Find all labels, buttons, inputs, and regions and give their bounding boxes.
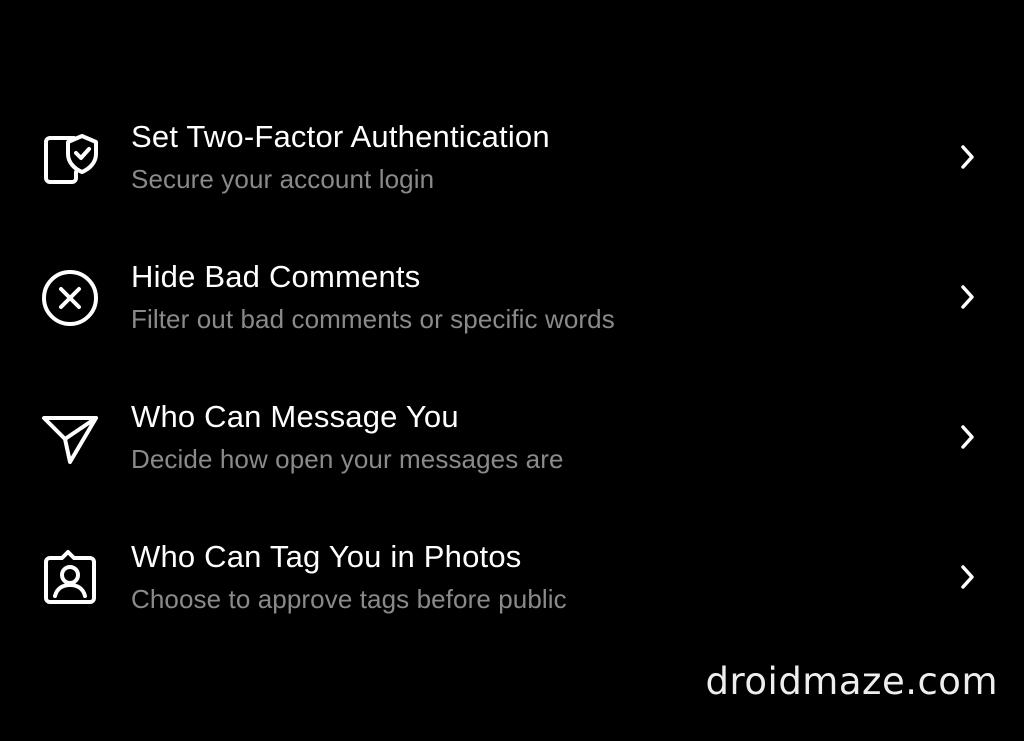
settings-item-subtitle: Secure your account login <box>131 164 435 194</box>
settings-item-who-can-tag[interactable]: Who Can Tag You in Photos Choose to appr… <box>0 506 1024 646</box>
send-paper-plane-icon <box>40 408 100 468</box>
tag-person-icon <box>40 548 100 608</box>
settings-item-subtitle: Decide how open your messages are <box>131 444 564 474</box>
settings-item-subtitle: Filter out bad comments or specific word… <box>131 304 615 334</box>
settings-list: Set Two-Factor Authentication Secure you… <box>0 86 1024 646</box>
settings-item-who-can-message[interactable]: Who Can Message You Decide how open your… <box>0 366 1024 506</box>
chevron-right-icon <box>961 565 974 589</box>
chevron-right-icon <box>961 145 974 169</box>
settings-item-hide-comments[interactable]: Hide Bad Comments Filter out bad comment… <box>0 226 1024 366</box>
chevron-right-icon <box>961 425 974 449</box>
circle-x-icon <box>40 268 100 328</box>
settings-item-subtitle: Choose to approve tags before public <box>131 584 567 614</box>
chevron-right-icon <box>961 285 974 309</box>
watermark: droidmaze.com <box>705 660 998 703</box>
settings-item-title: Set Two-Factor Authentication <box>131 119 550 154</box>
settings-item-two-factor[interactable]: Set Two-Factor Authentication Secure you… <box>0 86 1024 226</box>
settings-item-title: Who Can Tag You in Photos <box>131 539 522 574</box>
settings-item-title: Who Can Message You <box>131 399 459 434</box>
settings-item-title: Hide Bad Comments <box>131 259 421 294</box>
phone-shield-icon <box>40 128 100 188</box>
